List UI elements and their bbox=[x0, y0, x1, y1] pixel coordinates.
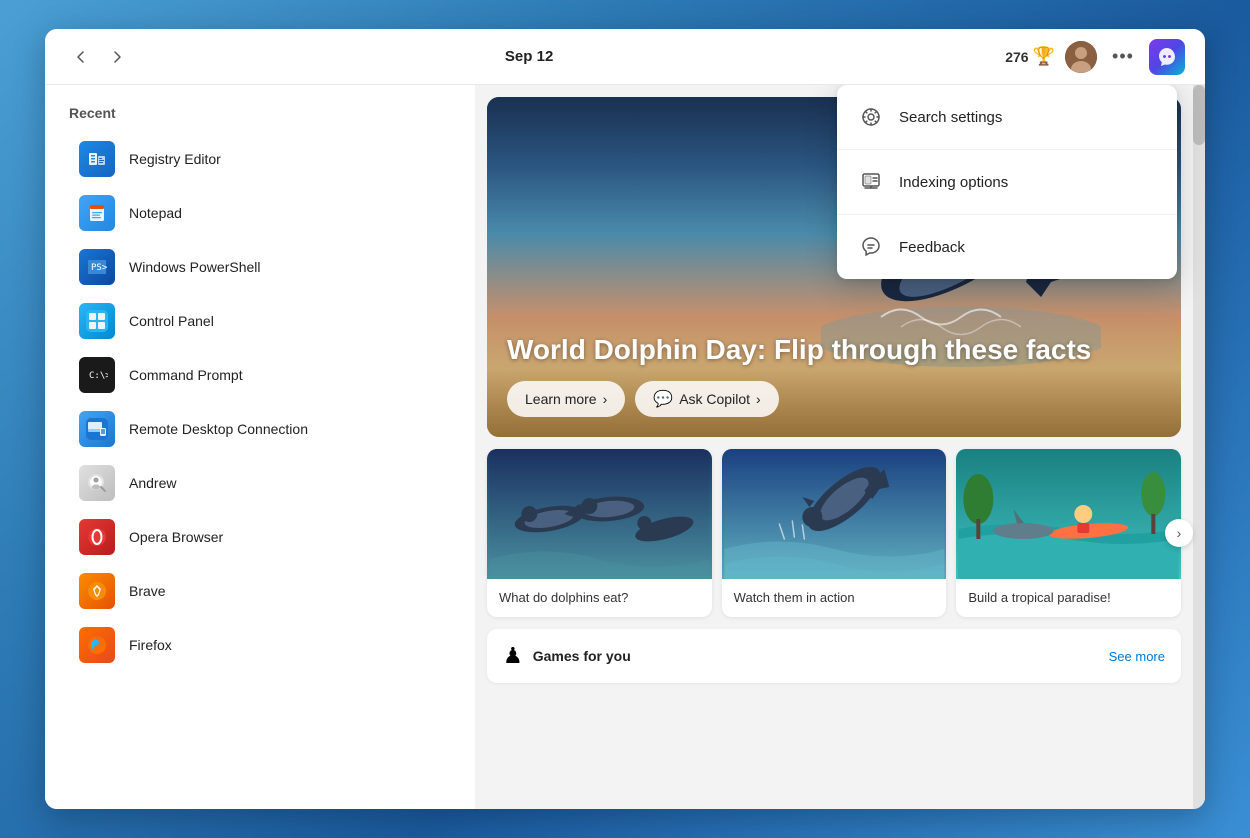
card-tropical[interactable]: Build a tropical paradise! bbox=[956, 449, 1181, 617]
card-text-watch-action: Watch them in action bbox=[722, 579, 947, 617]
app-name-notepad: Notepad bbox=[129, 205, 182, 221]
hero-actions: Learn more › 💬 Ask Copilot › bbox=[507, 381, 1161, 417]
avatar-image bbox=[1065, 41, 1097, 73]
card-image-dolphins bbox=[487, 449, 712, 579]
app-item-opera[interactable]: Opera Browser bbox=[69, 511, 455, 563]
powershell-icon: PS> bbox=[79, 249, 115, 285]
feedback-icon bbox=[857, 233, 885, 261]
main-window: Sep 12 276 🏆 ••• bbox=[45, 29, 1205, 809]
sidebar: Recent bbox=[45, 85, 475, 809]
app-item-notepad[interactable]: Notepad bbox=[69, 187, 455, 239]
games-icon: ♟ bbox=[503, 643, 523, 669]
scrollbar-thumb[interactable] bbox=[1193, 85, 1205, 145]
app-item-control-panel[interactable]: Control Panel bbox=[69, 295, 455, 347]
app-item-firefox[interactable]: Firefox bbox=[69, 619, 455, 671]
learn-more-arrow: › bbox=[603, 391, 608, 407]
app-item-brave[interactable]: Brave bbox=[69, 565, 455, 617]
ask-copilot-icon: 💬 bbox=[653, 389, 673, 409]
app-item-registry-editor[interactable]: Registry Editor bbox=[69, 133, 455, 185]
feedback-label: Feedback bbox=[899, 239, 965, 256]
ask-copilot-label: Ask Copilot bbox=[679, 391, 750, 407]
notepad-icon bbox=[79, 195, 115, 231]
learn-more-button[interactable]: Learn more › bbox=[507, 381, 625, 417]
app-name-registry-editor: Registry Editor bbox=[129, 151, 221, 167]
card-image-action bbox=[722, 449, 947, 579]
games-section: ♟ Games for you See more bbox=[487, 629, 1181, 683]
trophy-icon: 🏆 bbox=[1033, 46, 1055, 67]
indexing-options-icon bbox=[857, 168, 885, 196]
header: Sep 12 276 🏆 ••• bbox=[45, 29, 1205, 85]
app-name-control-panel: Control Panel bbox=[129, 313, 214, 329]
main-content: Recent bbox=[45, 85, 1205, 809]
search-settings-label: Search settings bbox=[899, 109, 1002, 126]
more-button[interactable]: ••• bbox=[1107, 41, 1139, 73]
app-item-andrew[interactable]: Andrew bbox=[69, 457, 455, 509]
registry-editor-icon bbox=[79, 141, 115, 177]
indexing-options-label: Indexing options bbox=[899, 174, 1008, 191]
app-list: Registry Editor Notepad bbox=[69, 133, 455, 671]
hero-text-overlay: World Dolphin Day: Flip through these fa… bbox=[487, 313, 1181, 437]
ask-copilot-arrow: › bbox=[756, 391, 761, 407]
app-item-powershell[interactable]: PS> Windows PowerShell bbox=[69, 241, 455, 293]
remote-desktop-icon bbox=[79, 411, 115, 447]
games-see-more-button[interactable]: See more bbox=[1109, 649, 1165, 664]
dropdown-item-search-settings[interactable]: Search settings bbox=[837, 85, 1177, 150]
learn-more-label: Learn more bbox=[525, 391, 597, 407]
header-right: 276 🏆 ••• bbox=[1005, 39, 1185, 75]
avatar[interactable] bbox=[1065, 41, 1097, 73]
ask-copilot-button[interactable]: 💬 Ask Copilot › bbox=[635, 381, 778, 417]
cards-next-button[interactable]: › bbox=[1165, 519, 1193, 547]
control-panel-icon bbox=[79, 303, 115, 339]
score-badge: 276 🏆 bbox=[1005, 46, 1055, 67]
app-name-brave: Brave bbox=[129, 583, 166, 599]
search-settings-icon bbox=[857, 103, 885, 131]
dropdown-item-indexing[interactable]: Indexing options bbox=[837, 150, 1177, 215]
app-name-cmd: Command Prompt bbox=[129, 367, 243, 383]
firefox-icon bbox=[79, 627, 115, 663]
app-item-remote-desktop[interactable]: Remote Desktop Connection bbox=[69, 403, 455, 455]
sidebar-title: Recent bbox=[69, 105, 455, 121]
app-name-firefox: Firefox bbox=[129, 637, 172, 653]
cards-row: What do dolphins eat? bbox=[487, 449, 1181, 617]
app-name-andrew: Andrew bbox=[129, 475, 176, 491]
card-dolphins-eat[interactable]: What do dolphins eat? bbox=[487, 449, 712, 617]
scrollbar[interactable] bbox=[1193, 85, 1205, 809]
opera-icon bbox=[79, 519, 115, 555]
card-text-dolphins-eat: What do dolphins eat? bbox=[487, 579, 712, 617]
dropdown-item-feedback[interactable]: Feedback bbox=[837, 215, 1177, 279]
games-label: Games for you bbox=[533, 648, 631, 664]
card-text-tropical: Build a tropical paradise! bbox=[956, 579, 1181, 617]
app-name-remote-desktop: Remote Desktop Connection bbox=[129, 421, 308, 437]
app-item-cmd[interactable]: C:\> Command Prompt bbox=[69, 349, 455, 401]
app-name-opera: Opera Browser bbox=[129, 529, 223, 545]
brave-icon bbox=[79, 573, 115, 609]
cmd-icon: C:\> bbox=[79, 357, 115, 393]
svg-text:C:\>: C:\> bbox=[89, 371, 108, 381]
card-watch-action[interactable]: Watch them in action bbox=[722, 449, 947, 617]
app-name-powershell: Windows PowerShell bbox=[129, 259, 261, 275]
dropdown-menu: Search settings bbox=[837, 85, 1177, 279]
header-date: Sep 12 bbox=[65, 48, 993, 65]
andrew-search-icon bbox=[79, 465, 115, 501]
copilot-icon[interactable] bbox=[1149, 39, 1185, 75]
card-image-tropical bbox=[956, 449, 1181, 579]
score-value: 276 bbox=[1005, 49, 1028, 65]
svg-text:PS>: PS> bbox=[91, 263, 108, 273]
right-panel: World Dolphin Day: Flip through these fa… bbox=[475, 85, 1205, 809]
hero-title: World Dolphin Day: Flip through these fa… bbox=[507, 333, 1161, 367]
